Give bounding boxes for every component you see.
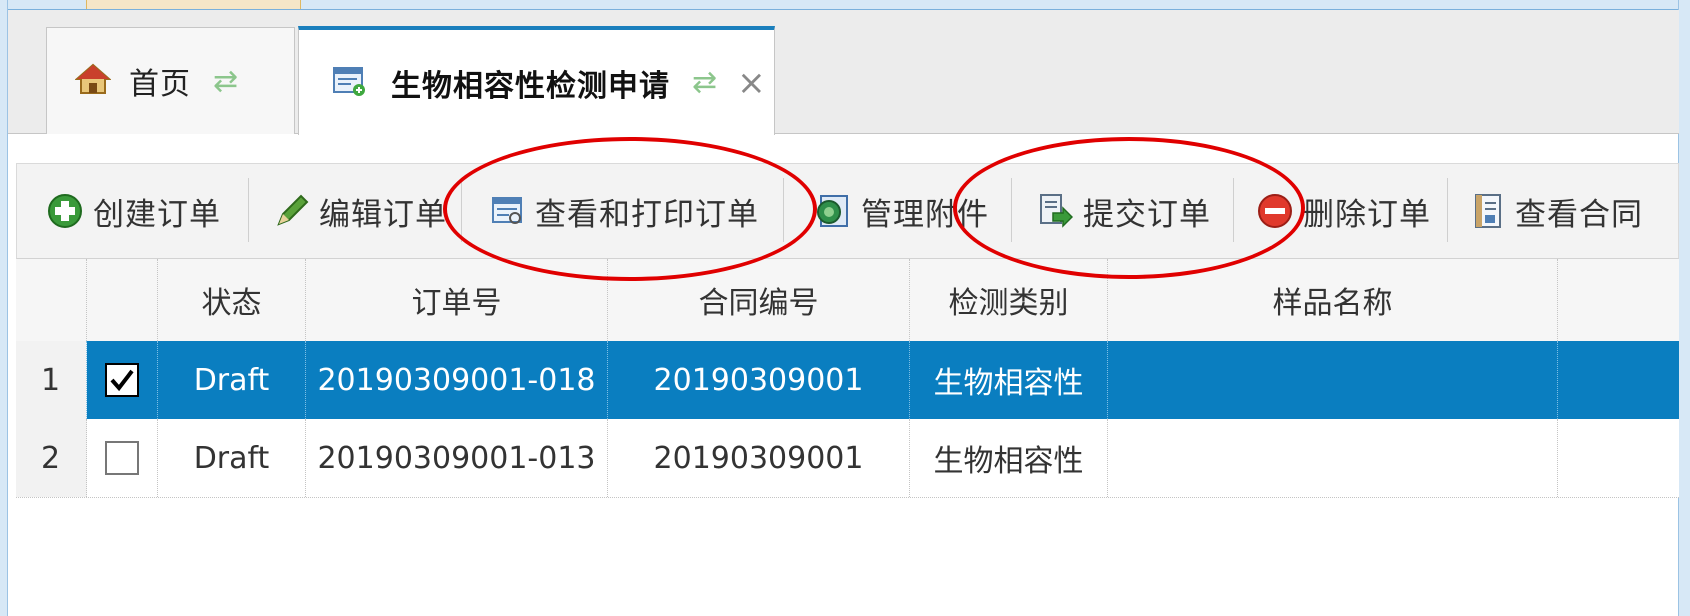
header-extra xyxy=(1558,259,1679,341)
toolbar: 创建订单 编辑订单 查看和打印订单 管理附件 提交订单 删除订单 查看合同 xyxy=(16,163,1679,259)
toolbar-divider xyxy=(1011,178,1012,242)
tab-home[interactable]: 首页 ⇄ xyxy=(46,27,295,134)
edit-order-button[interactable]: 编辑订单 xyxy=(275,164,447,258)
view-print-order-label: 查看和打印订单 xyxy=(535,196,759,233)
header-rownum xyxy=(16,259,87,341)
submit-order-label: 提交订单 xyxy=(1083,196,1211,233)
window-frame-left xyxy=(0,0,8,616)
cell-category: 生物相容性 xyxy=(910,341,1108,419)
row-checkbox[interactable] xyxy=(105,363,139,397)
submit-icon xyxy=(1037,193,1073,229)
toolbar-divider xyxy=(1233,178,1234,242)
cell-status: Draft xyxy=(158,419,306,497)
row-checkbox[interactable] xyxy=(105,441,139,475)
delete-order-button[interactable]: 删除订单 xyxy=(1257,164,1431,258)
grid-header: 状态 订单号 合同编号 检测类别 样品名称 xyxy=(16,259,1679,342)
pencil-icon xyxy=(275,194,309,228)
cell-sample-name xyxy=(1108,341,1558,419)
edit-order-label: 编辑订单 xyxy=(319,196,447,233)
table-row[interactable]: 1 Draft 20190309001-018 20190309001 生物相容… xyxy=(16,341,1679,420)
cell-extra xyxy=(1558,419,1679,497)
attachment-icon xyxy=(815,194,851,228)
toolbar-divider xyxy=(1447,178,1448,242)
create-order-button[interactable]: 创建订单 xyxy=(47,164,221,258)
create-order-label: 创建订单 xyxy=(93,196,221,233)
manage-attachments-button[interactable]: 管理附件 xyxy=(815,164,989,258)
toolbar-divider xyxy=(783,178,784,242)
toolbar-divider xyxy=(248,178,249,242)
header-status[interactable]: 状态 xyxy=(158,259,306,341)
tab-biocompat-label: 生物相容性检测申请 xyxy=(391,68,670,104)
cell-status: Draft xyxy=(158,341,306,419)
header-contract-no[interactable]: 合同编号 xyxy=(608,259,910,341)
row-checkbox-cell[interactable] xyxy=(87,341,158,419)
submit-order-button[interactable]: 提交订单 xyxy=(1037,164,1211,258)
cell-contract-no: 20190309001 xyxy=(608,341,910,419)
table-row[interactable]: 2 Draft 20190309001-013 20190309001 生物相容… xyxy=(16,419,1679,498)
cell-contract-no: 20190309001 xyxy=(608,419,910,497)
cell-order-no: 20190309001-018 xyxy=(306,341,608,419)
add-icon xyxy=(47,193,83,229)
view-contract-button[interactable]: 查看合同 xyxy=(1473,164,1643,258)
checkmark-icon xyxy=(110,369,134,392)
manage-attachments-label: 管理附件 xyxy=(861,196,989,233)
toolbar-divider xyxy=(461,178,462,242)
outer-tab-highlight xyxy=(86,0,301,9)
view-print-order-button[interactable]: 查看和打印订单 xyxy=(491,164,759,258)
form-icon xyxy=(333,65,367,101)
window-frame-right xyxy=(1678,0,1690,616)
refresh-icon[interactable]: ⇄ xyxy=(692,65,717,100)
row-number: 1 xyxy=(16,341,87,419)
view-contract-label: 查看合同 xyxy=(1515,196,1643,233)
cell-extra xyxy=(1558,341,1679,419)
print-preview-icon xyxy=(491,195,525,227)
contract-icon xyxy=(1473,193,1505,229)
home-icon xyxy=(74,63,112,99)
header-checkbox xyxy=(87,259,158,341)
refresh-icon[interactable]: ⇄ xyxy=(213,64,238,99)
header-sample-name[interactable]: 样品名称 xyxy=(1108,259,1558,341)
tabs-bar: 首页 ⇄ 生物相容性检测申请 ⇄ × xyxy=(8,10,1679,135)
close-icon[interactable]: × xyxy=(737,63,766,103)
delete-icon xyxy=(1257,193,1293,229)
header-order-no[interactable]: 订单号 xyxy=(306,259,608,341)
tab-home-label: 首页 xyxy=(129,67,191,102)
row-number: 2 xyxy=(16,419,87,497)
cell-category: 生物相容性 xyxy=(910,419,1108,497)
delete-order-label: 删除订单 xyxy=(1303,196,1431,233)
tab-biocompat-request[interactable]: 生物相容性检测申请 ⇄ × xyxy=(298,26,775,135)
header-category[interactable]: 检测类别 xyxy=(910,259,1108,341)
cell-sample-name xyxy=(1108,419,1558,497)
row-checkbox-cell[interactable] xyxy=(87,419,158,497)
cell-order-no: 20190309001-013 xyxy=(306,419,608,497)
